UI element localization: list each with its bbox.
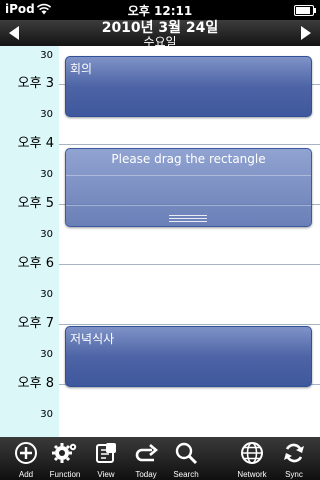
- hour-label: 오후 6: [17, 256, 54, 271]
- event-title: 저녁식사: [70, 332, 115, 346]
- hour-label: 오후 5: [17, 196, 54, 211]
- date-header: 2010년 3월 24일 수요일: [0, 20, 320, 49]
- header-date: 2010년 3월 24일: [101, 20, 219, 36]
- half-hour-label: 30: [40, 349, 53, 360]
- hour-line: [59, 144, 320, 145]
- hour-line: [59, 324, 320, 325]
- hour-line: [59, 264, 320, 265]
- calendar-screen: iPod 오후 12:11 2010년 3월 24일 수요일 30 30 30 …: [0, 0, 320, 480]
- view-icon: [96, 443, 116, 463]
- half-hour-label: 30: [40, 409, 53, 420]
- resize-handle-icon[interactable]: [169, 215, 207, 224]
- event-block[interactable]: 회의: [65, 56, 312, 117]
- hour-label: 오후 3: [17, 76, 54, 91]
- bottom-toolbar: Add Function View Today Search Network S…: [0, 437, 320, 480]
- add-icon: [15, 442, 37, 464]
- status-bar: iPod 오후 12:11: [0, 0, 320, 20]
- battery-icon: [294, 5, 316, 16]
- event-title: Please drag the rectangle: [111, 152, 266, 166]
- hour-label: 오후 8: [17, 376, 54, 391]
- search-icon: [175, 442, 198, 465]
- event-grid-line: [66, 205, 311, 206]
- selected-event-block[interactable]: Please drag the rectangle: [65, 148, 312, 227]
- sync-button[interactable]: Sync: [273, 437, 315, 480]
- event-block[interactable]: 저녁식사: [65, 326, 312, 387]
- today-arrow-icon: [135, 444, 159, 462]
- half-hour-label: 30: [40, 109, 53, 120]
- hour-label: 오후 7: [17, 316, 54, 331]
- half-hour-label: 30: [40, 289, 53, 300]
- event-grid-line: [66, 175, 311, 176]
- gear-icon: [52, 443, 77, 463]
- search-button[interactable]: Search: [165, 437, 207, 480]
- sync-icon: [284, 443, 304, 463]
- battery-fill: [296, 7, 310, 14]
- day-timeline[interactable]: 30 30 30 30 30 30 30 오후 3 오후 4 오후 5 오후 6…: [0, 46, 320, 437]
- sync-label: Sync: [285, 470, 303, 479]
- status-time: 오후 12:11: [127, 4, 193, 18]
- previous-day-arrow-icon[interactable]: [9, 26, 19, 40]
- half-hour-label: 30: [40, 169, 53, 180]
- event-title: 회의: [70, 62, 93, 76]
- hour-label: 오후 4: [17, 136, 54, 151]
- globe-icon: [241, 442, 263, 464]
- half-hour-label: 30: [40, 50, 53, 61]
- next-day-arrow-icon[interactable]: [301, 26, 311, 40]
- search-label: Search: [173, 470, 199, 479]
- half-hour-label: 30: [40, 229, 53, 240]
